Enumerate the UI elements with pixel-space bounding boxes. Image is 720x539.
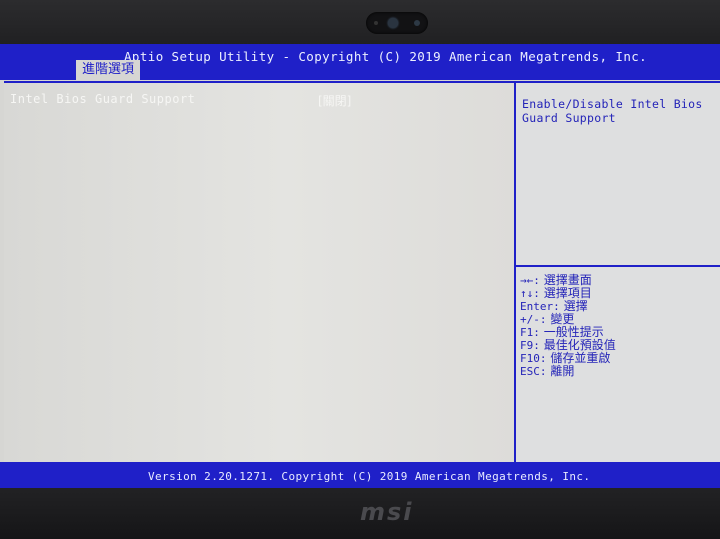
help-description: Enable/Disable Intel Bios Guard Support [522, 97, 703, 125]
setting-row-bios-guard[interactable]: Intel Bios Guard Support [關閉] [10, 92, 510, 110]
key-action: 離開 [550, 364, 575, 378]
key-row-esc: ESC: 離開 [520, 364, 616, 379]
key-action: 一般性提示 [543, 325, 604, 339]
webcam-icon [366, 12, 428, 34]
key-name: →←: [520, 274, 540, 287]
msi-logo: msi [360, 498, 414, 526]
status-bar: Version 2.20.1271. Copyright (C) 2019 Am… [0, 462, 720, 490]
key-action: 變更 [550, 312, 575, 326]
key-name: F10: [520, 352, 547, 365]
key-name: F9: [520, 339, 540, 352]
setting-value[interactable]: [關閉] [318, 92, 351, 109]
webcam-lens [388, 18, 398, 28]
key-action: 選擇項目 [543, 286, 592, 300]
laptop-bezel-top [0, 0, 720, 46]
webcam-ir-sensor [414, 20, 420, 26]
help-panel: Enable/Disable Intel Bios Guard Support … [516, 81, 720, 463]
key-name: F1: [520, 326, 540, 339]
help-divider [516, 265, 720, 267]
title-bar: Aptio Setup Utility - Copyright (C) 2019… [0, 44, 720, 80]
settings-panel: Intel Bios Guard Support [關閉] [4, 81, 516, 463]
webcam-led [374, 21, 378, 25]
bios-screen: Aptio Setup Utility - Copyright (C) 2019… [0, 44, 720, 490]
key-name: ↑↓: [520, 287, 540, 300]
version-text: Version 2.20.1271. Copyright (C) 2019 Am… [148, 470, 591, 483]
key-action: 選擇 [563, 299, 588, 313]
key-action: 最佳化預設值 [543, 338, 616, 352]
setting-label: Intel Bios Guard Support [10, 92, 196, 106]
key-action: 選擇畫面 [543, 273, 592, 287]
key-action: 儲存並重啟 [550, 351, 611, 365]
tab-advanced[interactable]: 進階選項 [76, 60, 141, 80]
app-title: Aptio Setup Utility - Copyright (C) 2019… [124, 49, 648, 64]
key-legend: →←: 選擇畫面 ↑↓: 選擇項目 Enter: 選擇 +/-: 變更 F1: … [520, 273, 616, 379]
laptop-bezel-bottom: msi [0, 488, 720, 539]
key-name: ESC: [520, 365, 547, 378]
